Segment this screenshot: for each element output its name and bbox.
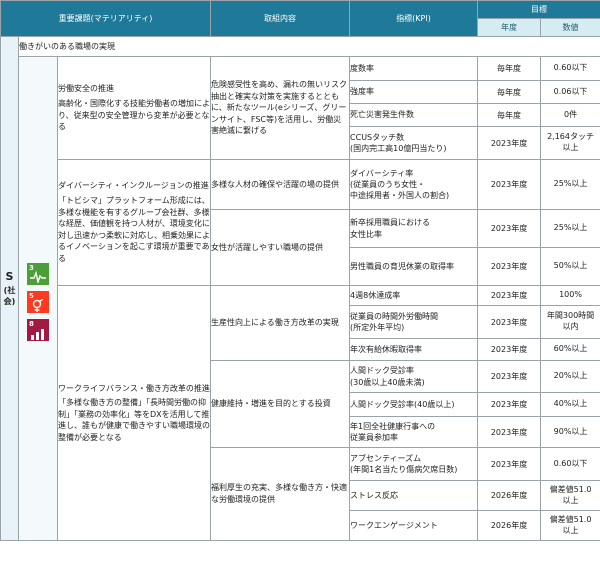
value-cell: 0.60以下 bbox=[540, 447, 600, 481]
value-cell: 40%以上 bbox=[540, 392, 600, 417]
good-health-icon: 3 bbox=[27, 262, 49, 285]
year-cell: 毎年度 bbox=[477, 80, 542, 104]
header-initiative: 取組内容 bbox=[210, 0, 351, 37]
kpi-cell: 新卒採用職員における 女性比率 bbox=[349, 209, 479, 248]
value-cell: 0.06以下 bbox=[540, 80, 600, 104]
kpi-cell: 年1回全社健康行事への 従業員参加率 bbox=[349, 416, 479, 448]
year-cell: 2023年度 bbox=[477, 209, 542, 248]
kpi-table: 重要課題(マテリアリティ) 取組内容 指標(KPI) 目標 年度 数値 S (社… bbox=[0, 0, 600, 541]
header-target: 目標 bbox=[477, 0, 600, 19]
topic-title: ダイバーシティ・インクルージョンの推進 bbox=[58, 181, 209, 191]
value-cell: 0件 bbox=[540, 103, 600, 127]
header-year: 年度 bbox=[477, 18, 542, 37]
kpi-cell: ワークエンゲージメント bbox=[349, 510, 479, 541]
kpi-cell: ストレス反応 bbox=[349, 480, 479, 511]
topic-desc: 「多様な働き方の整備」「長時間労働の抑制」「業務の効率化」等をDXを活用して推進… bbox=[58, 398, 210, 442]
year-cell: 2023年度 bbox=[477, 360, 542, 393]
value-cell: 偏差値51.0 以上 bbox=[540, 480, 600, 511]
year-cell: 2023年度 bbox=[477, 126, 542, 160]
topic-desc: 「トビシマ」プラットフォーム形成には、多様な機能を有するグループ会社群、多様な経… bbox=[58, 196, 210, 263]
pillar-label: S (社会) bbox=[0, 36, 19, 541]
year-cell: 毎年度 bbox=[477, 56, 542, 81]
initiative-cell: 危険感受性を高め、漏れの無いリスク抽出と確実な対策を実施するとともに、新たなツー… bbox=[210, 56, 351, 160]
year-cell: 2026年度 bbox=[477, 480, 542, 511]
kpi-cell: 人間ドック受診率(40歳以上) bbox=[349, 392, 479, 417]
year-cell: 毎年度 bbox=[477, 103, 542, 127]
year-cell: 2023年度 bbox=[477, 247, 542, 286]
topic-work-life-balance: ワークライフバランス・働き方改革の推進 「多様な働き方の整備」「長時間労働の抑制… bbox=[56, 285, 212, 541]
value-cell: 偏差値51.0 以上 bbox=[540, 510, 600, 541]
topic-diversity: ダイバーシティ・インクルージョンの推進 「トビシマ」プラットフォーム形成には、多… bbox=[56, 159, 212, 286]
value-cell: 25%以上 bbox=[540, 209, 600, 248]
pillar-letter: S bbox=[5, 270, 14, 283]
header-topic: 重要課題(マテリアリティ) bbox=[0, 0, 212, 37]
kpi-cell: 4週8休達成率 bbox=[349, 285, 479, 306]
kpi-cell: 従業員の時間外労働時間 (所定外年平均) bbox=[349, 305, 479, 339]
kpi-cell: 年次有給休暇取得率 bbox=[349, 338, 479, 361]
decent-work-icon: 8 bbox=[27, 318, 49, 341]
year-cell: 2023年度 bbox=[477, 305, 542, 339]
value-cell: 2,164タッチ 以上 bbox=[540, 126, 600, 160]
header-kpi: 指標(KPI) bbox=[349, 0, 479, 37]
value-cell: 100% bbox=[540, 285, 600, 306]
gender-equality-icon: 5 bbox=[27, 290, 49, 313]
pillar-word: (社会) bbox=[3, 286, 16, 306]
initiative-cell: 多様な人材の確保や活躍の場の提供 bbox=[210, 159, 351, 210]
year-cell: 2023年度 bbox=[477, 416, 542, 448]
value-cell: 0.60以下 bbox=[540, 56, 600, 81]
sdg-icons: 3 5 8 bbox=[18, 56, 58, 541]
year-cell: 2023年度 bbox=[477, 159, 542, 210]
value-cell: 年間300時間 以内 bbox=[540, 305, 600, 339]
topic-title: ワークライフバランス・働き方改革の推進 bbox=[58, 383, 210, 393]
kpi-cell: 死亡災害発生件数 bbox=[349, 103, 479, 127]
initiative-cell: 福利厚生の充実、多様な働き方・快適な労働環境の提供 bbox=[210, 447, 351, 541]
topic-desc: 高齢化・国際化する技能労働者の増加により、従来型の安全管理から変革が必要となる bbox=[58, 98, 210, 132]
year-cell: 2023年度 bbox=[477, 338, 542, 361]
section-title: 働きがいのある職場の実現 bbox=[17, 36, 600, 57]
year-cell: 2023年度 bbox=[477, 285, 542, 306]
initiative-cell: 生産性向上による働き方改革の実現 bbox=[210, 285, 351, 361]
year-cell: 2026年度 bbox=[477, 510, 542, 541]
kpi-table-page: 重要課題(マテリアリティ) 取組内容 指標(KPI) 目標 年度 数値 S (社… bbox=[0, 0, 600, 568]
kpi-cell: 人間ドック受診率 (30歳以上40歳未満) bbox=[349, 360, 479, 393]
topic-title: 労働安全の推進 bbox=[58, 84, 114, 94]
kpi-cell: 男性職員の育児休業の取得率 bbox=[349, 247, 479, 286]
topic-labor-safety: 労働安全の推進 高齢化・国際化する技能労働者の増加により、従来型の安全管理から変… bbox=[56, 56, 212, 160]
header-value: 数値 bbox=[540, 18, 600, 37]
value-cell: 60%以上 bbox=[540, 338, 600, 361]
value-cell: 20%以上 bbox=[540, 360, 600, 393]
value-cell: 90%以上 bbox=[540, 416, 600, 448]
initiative-cell: 健康維持・増進を目的とする投資 bbox=[210, 360, 351, 448]
kpi-cell: 度数率 bbox=[349, 56, 479, 81]
value-cell: 50%以上 bbox=[540, 247, 600, 286]
value-cell: 25%以上 bbox=[540, 159, 600, 210]
year-cell: 2023年度 bbox=[477, 447, 542, 481]
initiative-cell: 女性が活躍しやすい職場の提供 bbox=[210, 209, 351, 286]
kpi-cell: CCUSタッチ数 (国内完工高10億円当たり) bbox=[349, 126, 479, 160]
kpi-cell: アブセンティーズム (年間1名当たり傷病欠席日数) bbox=[349, 447, 479, 481]
kpi-cell: 強度率 bbox=[349, 80, 479, 104]
header-row: 重要課題(マテリアリティ) 取組内容 指標(KPI) 目標 bbox=[0, 0, 600, 37]
kpi-cell: ダイバーシティ率 (従業員のうち女性・ 中途採用者・外国人の割合) bbox=[349, 159, 479, 210]
year-cell: 2023年度 bbox=[477, 392, 542, 417]
